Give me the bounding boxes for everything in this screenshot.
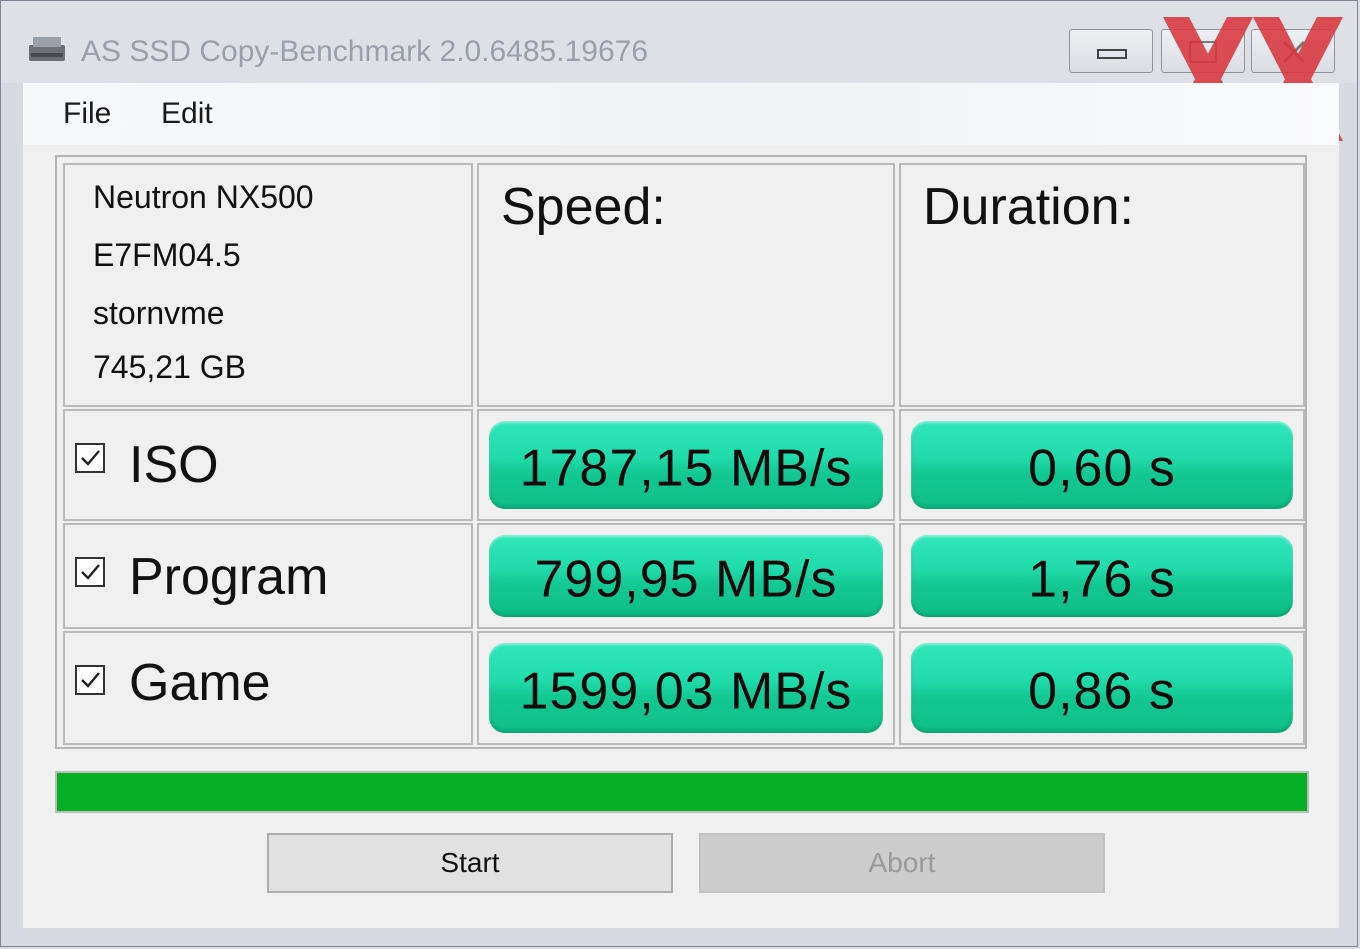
progress-fill	[57, 773, 1307, 811]
duration-header: Duration:	[923, 178, 1134, 236]
game-speed-bar: 1599,03 MB/s	[489, 643, 883, 733]
duration-header-cell: Duration:	[899, 163, 1305, 407]
drive-info-panel: Neutron NX500 E7FM04.5 stornvme 745,21 G…	[63, 163, 473, 407]
row-iso-label-cell: ISO	[63, 409, 473, 521]
game-checkbox[interactable]	[75, 665, 105, 695]
client-area: File Edit Neutron NX500 E7FM04.5 stornvm…	[23, 83, 1339, 928]
iso-label: ISO	[129, 436, 219, 494]
row-game-duration-cell: 0,86 s	[899, 631, 1305, 745]
row-program-duration-cell: 1,76 s	[899, 523, 1305, 629]
game-label: Game	[129, 654, 271, 712]
drive-firmware: E7FM04.5	[93, 237, 241, 273]
drive-driver: stornvme	[93, 295, 225, 331]
game-duration-value: 0,86 s	[1028, 662, 1176, 721]
program-checkbox[interactable]	[75, 557, 105, 587]
start-button[interactable]: Start	[267, 833, 673, 893]
drive-icon	[29, 37, 65, 61]
minimize-button[interactable]	[1069, 29, 1153, 73]
drive-capacity: 745,21 GB	[93, 349, 246, 385]
program-speed-bar: 799,95 MB/s	[489, 535, 883, 617]
iso-speed-bar: 1787,15 MB/s	[489, 421, 883, 509]
checkbox-checked-icon	[81, 672, 100, 688]
minimize-icon	[1097, 49, 1127, 59]
iso-checkbox[interactable]	[75, 443, 105, 473]
row-program-label-cell: Program	[63, 523, 473, 629]
row-iso-speed-cell: 1787,15 MB/s	[477, 409, 895, 521]
results-grid: Neutron NX500 E7FM04.5 stornvme 745,21 G…	[55, 155, 1307, 749]
game-speed-value: 1599,03 MB/s	[519, 662, 853, 721]
row-game-label-cell: Game	[63, 631, 473, 745]
checkbox-checked-icon	[81, 450, 100, 466]
menu-edit[interactable]: Edit	[161, 97, 213, 131]
title-bar[interactable]: AS SSD Copy-Benchmark 2.0.6485.19676	[1, 1, 1357, 141]
menu-bar: File Edit	[23, 83, 1339, 145]
game-duration-bar: 0,86 s	[911, 643, 1293, 733]
checkbox-checked-icon	[81, 564, 100, 580]
iso-duration-bar: 0,60 s	[911, 421, 1293, 509]
program-label: Program	[129, 548, 329, 606]
row-game-speed-cell: 1599,03 MB/s	[477, 631, 895, 745]
drive-model: Neutron NX500	[93, 179, 314, 215]
iso-speed-value: 1787,15 MB/s	[519, 439, 853, 498]
speed-header: Speed:	[501, 178, 666, 236]
window-title: AS SSD Copy-Benchmark 2.0.6485.19676	[81, 35, 648, 68]
program-duration-value: 1,76 s	[1028, 550, 1176, 609]
program-speed-value: 799,95 MB/s	[534, 550, 838, 609]
menu-file[interactable]: File	[63, 97, 111, 131]
program-duration-bar: 1,76 s	[911, 535, 1293, 617]
row-program-speed-cell: 799,95 MB/s	[477, 523, 895, 629]
abort-button[interactable]: Abort	[699, 833, 1105, 893]
row-iso-duration-cell: 0,60 s	[899, 409, 1305, 521]
app-window: AS SSD Copy-Benchmark 2.0.6485.19676 Fil…	[0, 0, 1358, 947]
progress-bar	[55, 771, 1309, 813]
iso-duration-value: 0,60 s	[1028, 439, 1176, 498]
speed-header-cell: Speed:	[477, 163, 895, 407]
